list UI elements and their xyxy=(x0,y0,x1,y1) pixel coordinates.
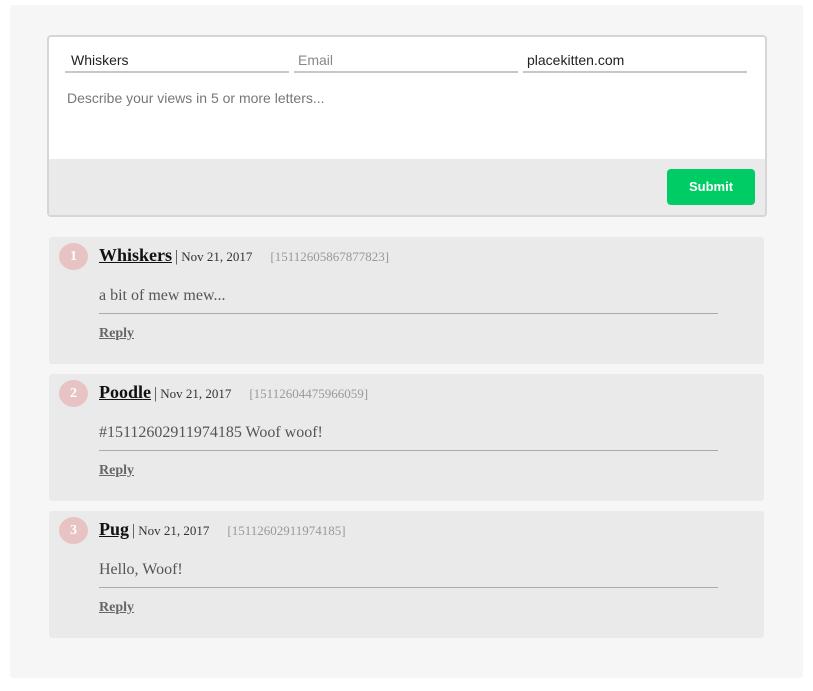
comment-date: Nov 21, 2017 xyxy=(181,249,253,264)
comment-number-badge: 2 xyxy=(59,380,88,407)
comment-number-badge: 3 xyxy=(59,517,88,544)
comment-number-badge: 1 xyxy=(59,243,88,270)
comment-form: Whiskers Email placekitten.com Describe … xyxy=(47,35,767,217)
comment-author-link[interactable]: Poodle xyxy=(99,382,151,402)
name-input[interactable]: Whiskers xyxy=(65,49,289,73)
header-separator: | xyxy=(175,248,179,265)
comment-header: Poodle | Nov 21, 2017 [15112604475966059] xyxy=(99,382,368,403)
comment-id: [15112605867877823] xyxy=(270,249,390,264)
comment-author-link[interactable]: Pug xyxy=(99,519,129,539)
comment-date: Nov 21, 2017 xyxy=(160,386,232,401)
form-footer: Submit xyxy=(49,159,765,215)
comment-text: Hello, Woof! xyxy=(99,561,718,588)
comment-text: #15112602911974185 Woof woof! xyxy=(99,424,718,451)
comment-item: 2 Poodle | Nov 21, 2017 [15112604475966059]… xyxy=(49,374,764,501)
reply-link[interactable]: Reply xyxy=(99,326,134,342)
header-separator: | xyxy=(154,385,158,402)
message-textarea[interactable]: Describe your views in 5 or more letters… xyxy=(67,90,747,106)
comments-widget: Whiskers Email placekitten.com Describe … xyxy=(10,5,803,678)
comment-header: Pug | Nov 21, 2017 [15112602911974185] xyxy=(99,519,346,540)
email-input[interactable]: Email xyxy=(294,49,518,73)
website-input[interactable]: placekitten.com xyxy=(523,49,747,73)
reply-link[interactable]: Reply xyxy=(99,600,134,616)
submit-button[interactable]: Submit xyxy=(667,169,755,205)
header-separator: | xyxy=(132,522,136,539)
reply-link[interactable]: Reply xyxy=(99,463,134,479)
comment-item: 1 Whiskers | Nov 21, 2017 [1511260586787782… xyxy=(49,237,764,364)
comment-author-link[interactable]: Whiskers xyxy=(99,245,172,265)
comment-text: a bit of mew mew... xyxy=(99,287,718,314)
comment-item: 3 Pug | Nov 21, 2017 [15112602911974185] He… xyxy=(49,511,764,638)
comment-id: [15112602911974185] xyxy=(227,523,346,538)
comment-date: Nov 21, 2017 xyxy=(138,523,210,538)
comment-id: [15112604475966059] xyxy=(249,386,369,401)
comment-header: Whiskers | Nov 21, 2017 [15112605867877823] xyxy=(99,245,389,266)
